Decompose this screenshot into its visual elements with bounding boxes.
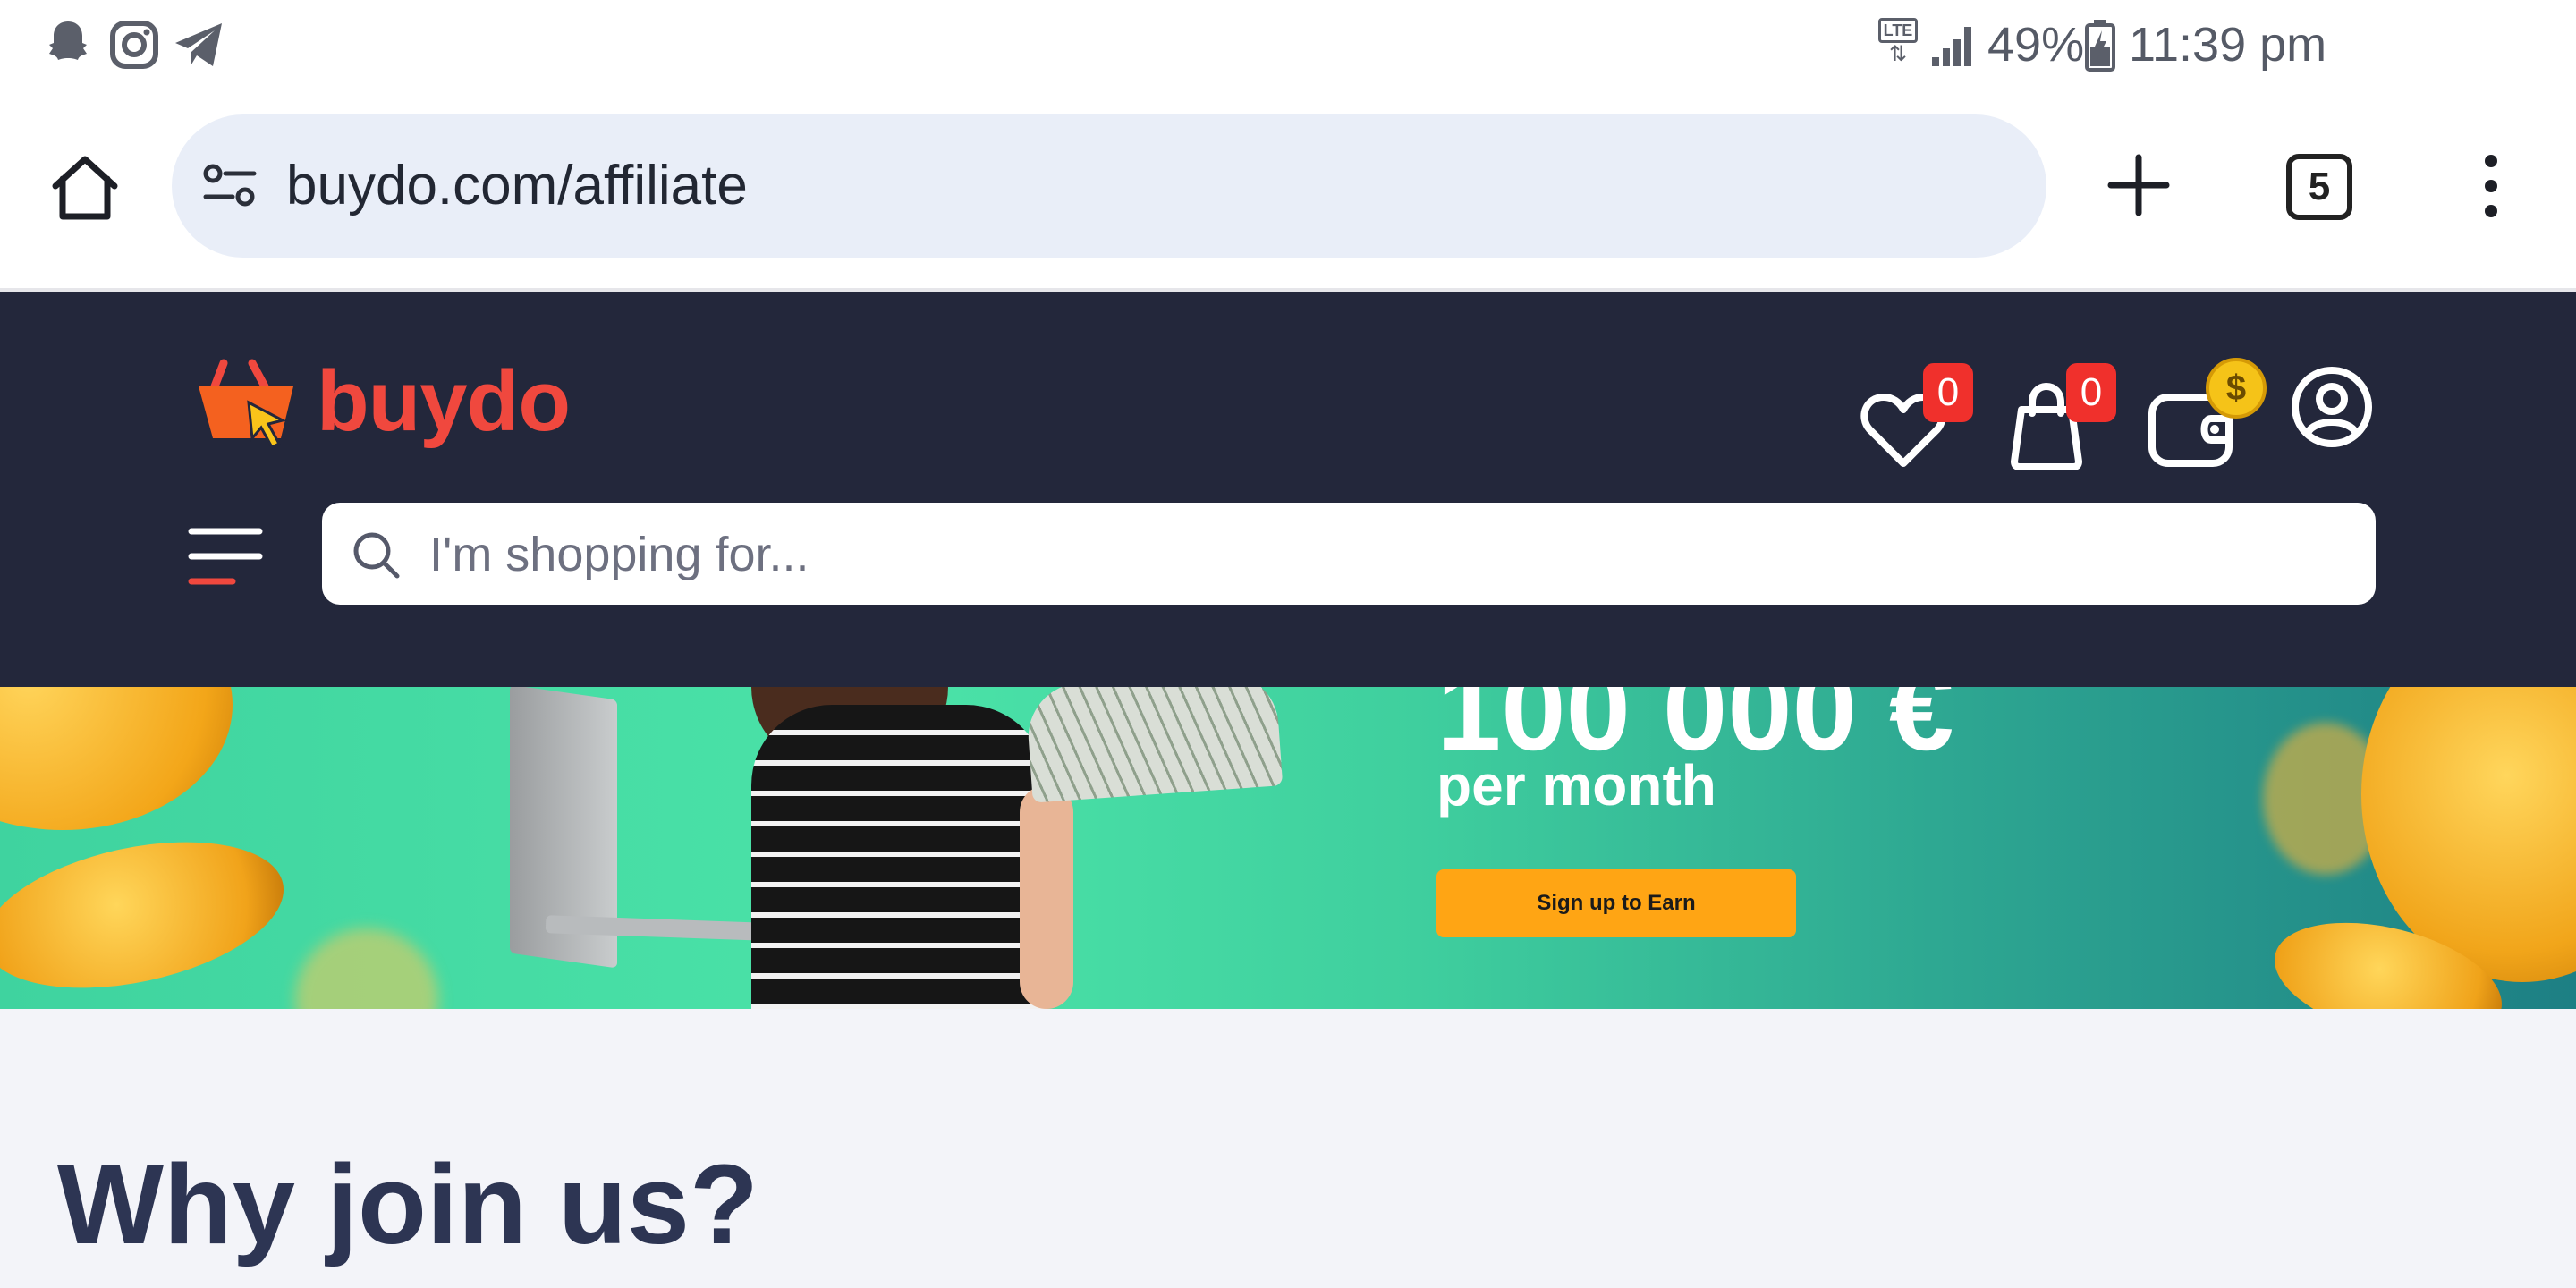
wishlist-button[interactable]: 0 xyxy=(1860,363,1986,479)
snapchat-icon xyxy=(49,21,87,60)
menu-icon[interactable] xyxy=(188,524,263,589)
new-tab-icon[interactable] xyxy=(2107,154,2170,216)
site-settings-icon[interactable] xyxy=(202,161,258,211)
coin-decoration-left-top xyxy=(0,687,233,830)
browser-toolbar: buydo.com/affiliate 5 xyxy=(0,89,2576,292)
promo-image xyxy=(501,687,1306,1009)
clock: 11:39 pm xyxy=(2129,18,2327,72)
lte-icon: LTE ⇅ xyxy=(1878,18,1918,68)
search-icon[interactable] xyxy=(351,530,401,580)
cart-count-badge: 0 xyxy=(2066,363,2116,422)
battery-icon xyxy=(2085,20,2115,72)
sign-up-button[interactable]: Sign up to Earn xyxy=(1436,869,1796,937)
logo[interactable]: buydo xyxy=(197,353,572,472)
section-title: Why join us? xyxy=(57,1141,758,1267)
signal-icon xyxy=(1932,27,1971,66)
tab-switcher-button[interactable]: 5 xyxy=(2286,154,2352,220)
home-icon[interactable] xyxy=(48,152,122,224)
search-input[interactable] xyxy=(428,522,2327,587)
instagram-icon xyxy=(110,21,158,69)
url-text[interactable]: buydo.com/affiliate xyxy=(286,152,748,220)
battery-percent: 49% xyxy=(1987,18,2085,72)
logo-text: buydo xyxy=(317,353,571,449)
address-bar[interactable]: buydo.com/affiliate xyxy=(172,114,2046,258)
telegram-icon xyxy=(175,23,222,66)
network-type-label: LTE xyxy=(1878,18,1918,43)
more-options-icon[interactable] xyxy=(2478,152,2504,220)
basket-logo-icon xyxy=(199,359,293,449)
wishlist-count-badge: 0 xyxy=(1923,363,1973,422)
site-header: buydo 0 0 $ xyxy=(0,292,2576,687)
affiliate-banner: 100 000 € per month Sign up to Earn xyxy=(0,687,2576,1009)
wallet-button[interactable]: $ xyxy=(2147,338,2272,472)
striped-shirt xyxy=(751,705,1046,1009)
account-icon[interactable] xyxy=(2290,365,2374,449)
search-bar[interactable] xyxy=(322,503,2376,605)
coin-decoration-left-bottom xyxy=(0,818,297,1009)
arm xyxy=(1020,785,1073,1009)
wallet-coin-badge: $ xyxy=(2206,358,2267,419)
cart-button[interactable]: 0 xyxy=(2009,363,2134,479)
money-fan xyxy=(1024,687,1284,803)
banner-subline: per month xyxy=(1436,753,1716,818)
coin-decoration-blur xyxy=(295,928,438,1009)
status-bar: LTE ⇅ 49% 11:39 pm xyxy=(0,0,2576,89)
